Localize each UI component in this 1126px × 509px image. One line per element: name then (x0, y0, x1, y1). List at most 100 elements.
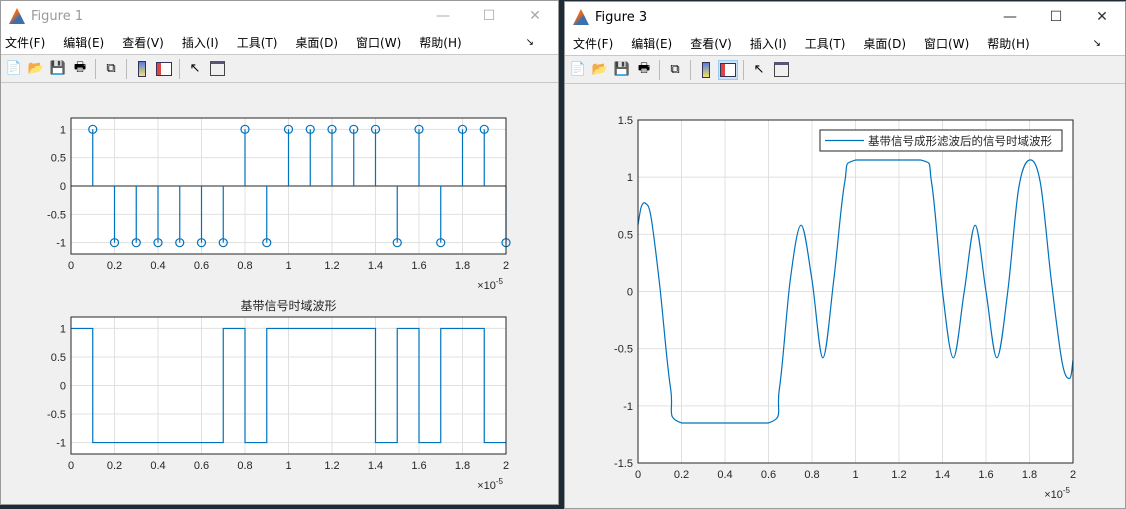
save-icon[interactable]: 💾 (48, 59, 68, 79)
menu-window[interactable]: 窗口(W) (356, 34, 401, 51)
menu-file[interactable]: 文件(F) (5, 34, 45, 51)
x-tick-label: 0.6 (761, 469, 776, 481)
matlab-logo-icon (573, 9, 589, 25)
menu-desktop[interactable]: 桌面(D) (295, 34, 338, 51)
x-exponent-label: ×10-5 (1044, 486, 1070, 501)
window-title: Figure 1 (31, 8, 84, 24)
matlab-logo-icon (9, 8, 25, 24)
x-exponent-base: ×10 (477, 280, 496, 292)
x-tick-label: 1.4 (368, 460, 383, 472)
legend-icon[interactable] (718, 59, 738, 80)
x-tick-label: 0 (68, 260, 74, 272)
y-tick-label: 1.5 (618, 115, 633, 127)
close-button[interactable]: ✕ (1079, 2, 1125, 32)
open-icon[interactable]: 📂 (590, 60, 610, 80)
divider (179, 58, 180, 79)
menu-insert[interactable]: 插入(I) (182, 34, 219, 51)
menu-file[interactable]: 文件(F) (573, 35, 613, 52)
pointer-icon[interactable]: ↖ (185, 59, 205, 79)
menu-window[interactable]: 窗口(W) (924, 35, 969, 52)
toolbar: 📄 📂 💾 🖶 ⧉ ↖ (1, 55, 558, 83)
maximize-button[interactable]: ☐ (466, 1, 512, 31)
x-tick-label: 0.8 (237, 460, 252, 472)
y-tick-label: -1 (623, 401, 633, 413)
x-tick-label: 0.4 (150, 260, 165, 272)
stem-plot: 0 0.2 0.4 0.6 0.8 1 1.2 1.4 1.6 1.8 2 -1 -0.5 0 0.5 1 ×1… (47, 117, 511, 292)
x-exponent-power: -5 (1063, 486, 1071, 495)
figure1-titlebar[interactable]: Figure 1 — ☐ ✕ (1, 1, 558, 31)
colorbar-icon[interactable] (132, 59, 152, 79)
x-tick-label: 1 (285, 460, 291, 472)
colorbar-icon[interactable] (696, 60, 716, 80)
x-tick-label: 1 (852, 469, 858, 481)
x-tick-label: 0.6 (194, 460, 209, 472)
pointer-icon[interactable]: ↖ (749, 60, 769, 80)
x-tick-label: 0.4 (717, 469, 732, 481)
menu-view[interactable]: 查看(V) (690, 35, 732, 52)
x-exponent-label: ×10-5 (477, 277, 503, 292)
menu-edit[interactable]: 编辑(E) (631, 35, 672, 52)
figure3-titlebar[interactable]: Figure 3 — ☐ ✕ (565, 2, 1125, 32)
y-tick-label: -0.5 (614, 344, 633, 356)
x-exponent-base: ×10 (1044, 489, 1063, 501)
menu-tools[interactable]: 工具(T) (805, 35, 846, 52)
x-tick-label: 0.2 (107, 260, 122, 272)
x-exponent-power: -5 (496, 277, 504, 286)
dock-arrow-icon[interactable]: ↘ (1093, 38, 1101, 49)
y-tick-label: -1 (56, 238, 66, 250)
y-tick-label: -1.5 (614, 458, 633, 470)
link-icon[interactable]: ⧉ (665, 60, 685, 80)
new-icon[interactable]: 📄 (4, 59, 24, 79)
y-tick-label: 0.5 (51, 153, 66, 165)
divider (743, 59, 744, 80)
legend-label: 基带信号成形滤波后的信号时域波形 (868, 134, 1052, 148)
x-tick-label: 1.2 (324, 260, 339, 272)
menu-tools[interactable]: 工具(T) (237, 34, 278, 51)
menu-desktop[interactable]: 桌面(D) (863, 35, 906, 52)
x-tick-label: 0.6 (194, 260, 209, 272)
x-tick-label: 1.4 (935, 469, 950, 481)
menu-edit[interactable]: 编辑(E) (63, 34, 104, 51)
y-tick-label: 0.5 (51, 352, 66, 364)
property-editor-icon[interactable] (207, 59, 227, 79)
x-tick-label: 0.2 (674, 469, 689, 481)
legend-icon[interactable] (154, 59, 174, 79)
divider (659, 59, 660, 80)
new-icon[interactable]: 📄 (568, 60, 588, 80)
chart-title: 基带信号时域波形 (240, 299, 336, 313)
minimize-button[interactable]: — (987, 2, 1033, 32)
print-icon[interactable]: 🖶 (634, 60, 654, 80)
x-tick-label: 0.4 (150, 460, 165, 472)
window-title: Figure 3 (595, 9, 648, 25)
menu-help[interactable]: 帮助(H) (419, 34, 461, 51)
x-tick-label: 1 (285, 260, 291, 272)
divider (95, 58, 96, 79)
menu-view[interactable]: 查看(V) (122, 34, 164, 51)
close-button[interactable]: ✕ (512, 1, 558, 31)
property-editor-icon[interactable] (771, 60, 791, 80)
x-tick-label: 1.8 (455, 260, 470, 272)
y-tick-label: 1 (627, 172, 633, 184)
open-icon[interactable]: 📂 (26, 59, 46, 79)
print-icon[interactable]: 🖶 (70, 59, 90, 79)
x-tick-label: 0.8 (804, 469, 819, 481)
x-tick-label: 1.2 (891, 469, 906, 481)
y-tick-label: -1 (56, 438, 66, 450)
dock-arrow-icon[interactable]: ↘ (526, 37, 534, 48)
menu-help[interactable]: 帮助(H) (987, 35, 1029, 52)
figure1-window: Figure 1 — ☐ ✕ 文件(F) 编辑(E) 查看(V) 插入(I) 工… (0, 0, 559, 505)
menu-insert[interactable]: 插入(I) (750, 35, 787, 52)
divider (126, 58, 127, 79)
y-tick-label: 0 (60, 381, 66, 393)
link-icon[interactable]: ⧉ (101, 59, 121, 79)
toolbar: 📄 📂 💾 🖶 ⧉ ↖ (565, 56, 1125, 84)
x-tick-label: 0.8 (237, 260, 252, 272)
x-tick-label: 0 (68, 460, 74, 472)
y-tick-label: -0.5 (47, 209, 66, 221)
x-exponent-power: -5 (496, 477, 504, 486)
maximize-button[interactable]: ☐ (1033, 2, 1079, 32)
x-tick-label: 1.8 (455, 460, 470, 472)
save-icon[interactable]: 💾 (612, 60, 632, 80)
minimize-button[interactable]: — (420, 1, 466, 31)
x-tick-label: 1.6 (411, 460, 426, 472)
